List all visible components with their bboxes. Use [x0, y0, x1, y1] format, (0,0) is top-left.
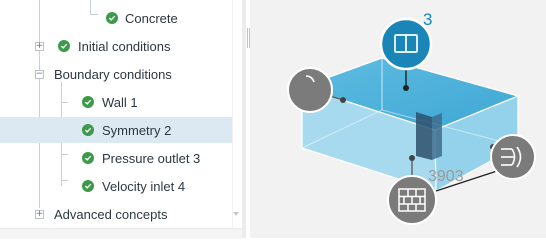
check-circle-icon	[58, 40, 70, 52]
check-circle-icon	[82, 152, 94, 164]
tree-item-label: Wall 1	[102, 94, 138, 110]
check-circle-icon	[82, 96, 94, 108]
inlet-marker[interactable]	[490, 134, 536, 180]
tree-item-label: Pressure outlet 3	[102, 150, 201, 166]
tree-item-label: Boundary conditions	[54, 66, 172, 82]
check-circle-icon	[82, 180, 94, 192]
geometry-scene[interactable]	[250, 0, 546, 238]
tree-item-concrete[interactable]: Concrete	[0, 5, 232, 31]
tree-item-initial-conditions[interactable]: + Initial conditions	[0, 33, 232, 59]
tree-item-label: Concrete	[125, 10, 178, 26]
app-window: Concrete + Initial conditions − Boundary…	[0, 0, 546, 239]
tree-item-velocity-inlet-4[interactable]: Velocity inlet 4	[0, 173, 232, 199]
check-circle-icon	[106, 12, 118, 24]
scroll-down-arrow-icon[interactable]	[233, 212, 239, 216]
tree-horizontal-scrollbar[interactable]	[0, 228, 242, 239]
3d-viewport[interactable]: 3 3903	[250, 0, 546, 238]
tree-item-label: Velocity inlet 4	[102, 178, 186, 194]
expand-plus-icon[interactable]: +	[35, 42, 44, 51]
collapse-minus-icon[interactable]: −	[35, 70, 44, 79]
tree-item-pressure-outlet-3[interactable]: Pressure outlet 3	[0, 145, 232, 171]
expand-plus-icon[interactable]: +	[35, 210, 44, 219]
tree-item-label: Advanced concepts	[54, 206, 168, 222]
box-geometry[interactable]	[300, 57, 520, 193]
tree-item-label: Symmetry 2	[102, 122, 172, 138]
tree-vertical-scrollbar[interactable]	[232, 0, 242, 228]
pressure-outlet-icon[interactable]	[287, 67, 333, 113]
tree-item-advanced-concepts[interactable]: + Advanced concepts	[0, 201, 232, 227]
tree-item-label: Initial conditions	[78, 38, 171, 54]
simulation-tree: Concrete + Initial conditions − Boundary…	[0, 0, 242, 228]
tree-item-symmetry-2[interactable]: Symmetry 2	[0, 117, 232, 143]
panel-splitter[interactable]	[242, 0, 246, 238]
tree-item-wall-1[interactable]: Wall 1	[0, 89, 232, 115]
selection-count-badge: 3	[423, 10, 433, 29]
dimension-label: 3903	[428, 168, 464, 185]
tree-item-boundary-conditions[interactable]: − Boundary conditions	[0, 61, 232, 87]
check-circle-icon	[82, 124, 94, 136]
